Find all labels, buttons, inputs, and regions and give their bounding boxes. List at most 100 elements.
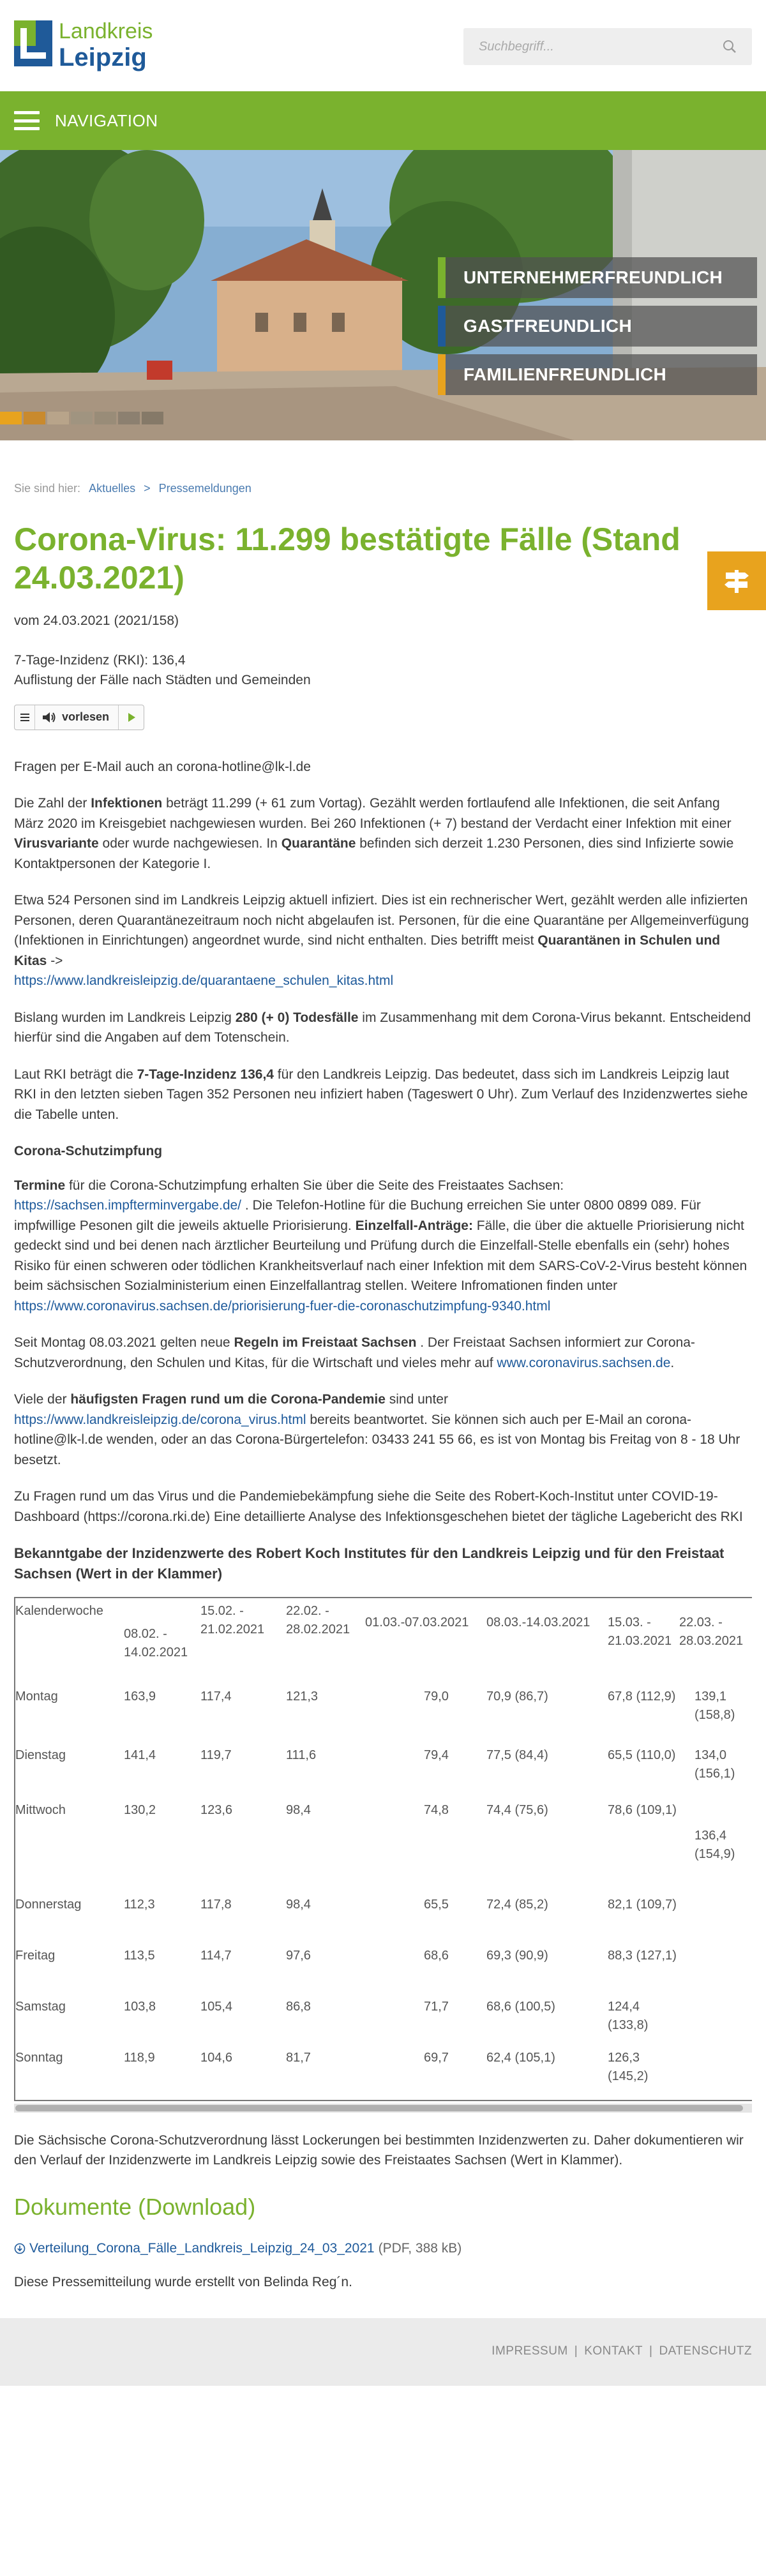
table-cell: 117,4: [200, 1689, 232, 1704]
table-header-cell: Kalenderwoche: [15, 1603, 103, 1618]
table-cell: Freitag: [15, 1948, 56, 1963]
table-scrollbar[interactable]: [14, 2103, 752, 2113]
table-cell: 113,5: [124, 1948, 155, 1963]
search-input[interactable]: [463, 39, 706, 54]
logo-text-line1: Landkreis: [59, 19, 153, 43]
page-title: Corona-Virus: 11.299 bestätigte Fälle (S…: [14, 521, 680, 595]
table-cell: Donnerstag: [15, 1897, 82, 1912]
table-row: Mittwoch 130,2 123,6 98,4 74,8 74,4 (75,…: [15, 1801, 752, 1896]
corona-faq-link[interactable]: https://www.landkreisleipzig.de/corona_v…: [14, 1412, 306, 1427]
speaker-icon: [43, 712, 56, 723]
priorisierung-link[interactable]: https://www.coronavirus.sachsen.de/prior…: [14, 1299, 550, 1314]
hero-badge-gastfreundlich[interactable]: GASTFREUNDLICH: [438, 306, 757, 347]
share-button[interactable]: [707, 551, 766, 610]
readspeaker-read-button[interactable]: vorlesen: [35, 708, 118, 726]
breadcrumb-prefix: Sie sind hier:: [14, 482, 81, 495]
paragraph-rki: Zu Fragen rund um das Virus und die Pand…: [14, 1489, 743, 1524]
table-cell: 69,3 (90,9): [486, 1948, 548, 1963]
table-cell: 141,4: [124, 1748, 156, 1762]
table-cell: 68,6 (100,5): [486, 1999, 555, 2014]
scrollbar-thumb[interactable]: [15, 2104, 743, 2111]
breadcrumb: Sie sind hier: Aktuelles > Pressemeldung…: [14, 480, 752, 497]
document-download-link[interactable]: Verteilung_Corona_Fälle_Landkreis_Leipzi…: [29, 2238, 375, 2259]
paragraph-faq: Viele der häufigsten Fragen rund um die …: [14, 1392, 740, 1467]
hero-badge-label: UNTERNEHMERFREUNDLICH: [463, 267, 723, 287]
table-cell: 62,4 (105,1): [486, 2050, 555, 2065]
footer-link-datenschutz[interactable]: DATENSCHUTZ: [659, 2344, 752, 2358]
table-header-cell: 08.03.-14.03.2021: [486, 1615, 590, 1629]
main-content: Sie sind hier: Aktuelles > Pressemeldung…: [0, 480, 766, 2293]
table-cell: [679, 1896, 752, 1947]
slider-dot[interactable]: [0, 412, 22, 424]
table-row: Montag 163,9 117,4 121,3 79,0 70,9 (86,7…: [15, 1688, 752, 1746]
table-cell: 71,7: [424, 1999, 449, 2014]
table-cell: 119,7: [200, 1748, 232, 1762]
table-cell: 79,0: [424, 1689, 449, 1704]
table-cell: 104,6: [200, 2050, 233, 2065]
article-intro: 7-Tage-Inzidenz (RKI): 136,4 Auflistung …: [14, 650, 752, 691]
readspeaker-menu-button[interactable]: [15, 705, 35, 730]
slider-dot[interactable]: [142, 412, 163, 424]
table-cell: [679, 1947, 752, 1998]
section-heading-documents: Dokumente (Download): [14, 2193, 256, 2220]
table-cell: 65,5 (110,0): [608, 1748, 676, 1762]
hero-badge-familienfreundlich[interactable]: FAMILIENFREUNDLICH: [438, 354, 757, 395]
hero-badge-unternehmerfreundlich[interactable]: UNTERNEHMERFREUNDLICH: [438, 257, 757, 298]
coronavirus-sachsen-link[interactable]: www.coronavirus.sachsen.de: [497, 1356, 670, 1370]
readspeaker-label: vorlesen: [62, 710, 110, 723]
slider-dot[interactable]: [71, 412, 93, 424]
table-cell: 77,5 (84,4): [486, 1748, 548, 1762]
table-cell: 124,4 (133,8): [608, 1999, 649, 2032]
paragraph-rules: Seit Montag 08.03.2021 gelten neue Regel…: [14, 1335, 695, 1370]
table-cell: 111,6: [286, 1748, 317, 1762]
table-header-cell: 08.02. - 14.02.2021: [124, 1626, 188, 1659]
footer-links: IMPRESSUM | KONTAKT | DATENSCHUTZ: [492, 2342, 752, 2361]
table-cell: 112,3: [124, 1897, 155, 1912]
article-date: vom 24.03.2021 (2021/158): [14, 613, 179, 628]
site-logo[interactable]: Landkreis Leipzig: [14, 20, 153, 70]
table-cell: 130,2: [124, 1802, 156, 1817]
incidence-table-container[interactable]: Kalenderwoche 08.02. - 14.02.2021 15.02.…: [14, 1596, 752, 2101]
readspeaker-widget: vorlesen: [14, 704, 145, 730]
hamburger-menu-icon[interactable]: [14, 111, 40, 130]
badge-accent-bar: [438, 354, 446, 395]
table-cell: 126,3 (145,2): [608, 2050, 649, 2083]
document-meta: (PDF, 388 kB): [378, 2240, 462, 2256]
paragraph-incidence: Laut RKI beträgt die 7-Tage-Inzidenz 136…: [14, 1067, 748, 1122]
navigation-label[interactable]: NAVIGATION: [55, 109, 158, 133]
site-header: Landkreis Leipzig: [0, 0, 766, 91]
search-icon[interactable]: [723, 40, 737, 54]
slider-dot[interactable]: [24, 412, 45, 424]
paragraph-table-note: Die Sächsische Corona-Schutzverordnung l…: [14, 2132, 744, 2168]
section-heading-vaccination: Corona-Schutzimpfung: [14, 1144, 163, 1158]
table-cell: 123,6: [200, 1802, 233, 1817]
paragraph-active-cases: Etwa 524 Personen sind im Landkreis Leip…: [14, 893, 749, 988]
readspeaker-play-button[interactable]: [118, 705, 144, 730]
table-cell: 97,6: [286, 1948, 311, 1963]
table-cell: Dienstag: [15, 1748, 66, 1762]
table-cell: 139,1 (158,8): [695, 1689, 735, 1722]
slider-dot[interactable]: [94, 412, 116, 424]
badge-accent-bar: [438, 306, 446, 347]
slider-dot[interactable]: [47, 412, 69, 424]
logo-mark-icon: [14, 20, 52, 66]
table-cell: 78,6 (109,1): [608, 1802, 677, 1817]
table-row: Sonntag 118,9 104,6 81,7 69,7 62,4 (105,…: [15, 2049, 752, 2100]
footer-link-impressum[interactable]: IMPRESSUM: [492, 2344, 568, 2358]
table-cell: 134,0 (156,1): [695, 1748, 735, 1781]
breadcrumb-item-aktuelles[interactable]: Aktuelles: [89, 482, 135, 495]
document-download: Verteilung_Corona_Fälle_Landkreis_Leipzi…: [14, 2238, 752, 2259]
table-row: Dienstag 141,4 119,7 111,6 79,4 77,5 (84…: [15, 1746, 752, 1801]
table-cell: 74,8: [424, 1802, 449, 1817]
breadcrumb-item-pressemeldungen[interactable]: Pressemeldungen: [159, 482, 252, 495]
footer-separator: |: [574, 2344, 578, 2358]
navigation-bar[interactable]: NAVIGATION: [0, 91, 766, 150]
footer-link-kontakt[interactable]: KONTAKT: [584, 2344, 643, 2358]
impfterminvergabe-link[interactable]: https://sachsen.impfterminvergabe.de/: [14, 1198, 241, 1213]
table-header-cell: 01.03.-07.03.2021: [365, 1615, 469, 1629]
paragraph-vaccination: Termine für die Corona-Schutzimpfung erh…: [14, 1178, 747, 1314]
table-row: Donnerstag 112,3 117,8 98,4 65,5 72,4 (8…: [15, 1896, 752, 1947]
intro-listing: Auflistung der Fälle nach Städten und Ge…: [14, 673, 311, 687]
slider-dot[interactable]: [118, 412, 140, 424]
quarantine-schools-link[interactable]: https://www.landkreisleipzig.de/quaranta…: [14, 973, 393, 988]
